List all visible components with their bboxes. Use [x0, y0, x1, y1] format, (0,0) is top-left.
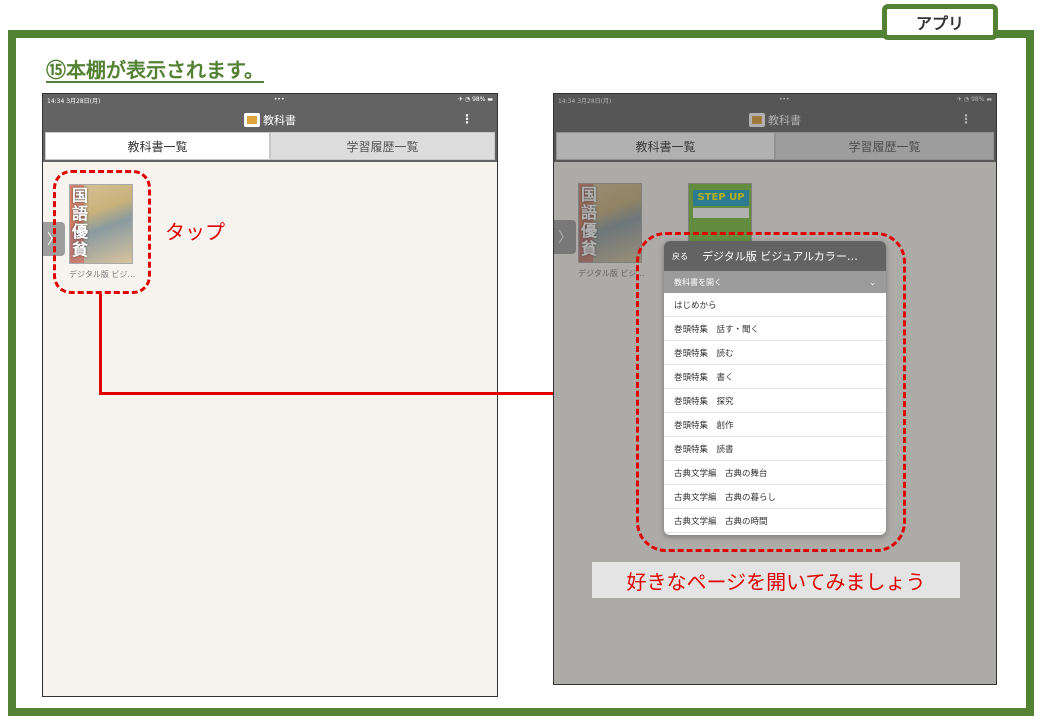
- tab-learning-history[interactable]: 学習履歴一覧: [270, 132, 495, 160]
- popup-highlight: [636, 232, 906, 552]
- app-title: 教科書: [263, 114, 296, 127]
- tap-highlight: [53, 170, 151, 294]
- instruction-note: 好きなページを開いてみましょう: [592, 562, 960, 598]
- page-heading: ⑮本棚が表示されます。: [46, 58, 264, 82]
- textbook-logo-icon: [244, 113, 260, 127]
- app-label-tab: アプリ: [882, 4, 998, 40]
- nav-bar: 教科書 ⋮: [43, 108, 497, 132]
- status-dots: •••: [273, 96, 285, 103]
- arrow-horizontal: [99, 392, 629, 395]
- app-logo: 教科書: [244, 112, 296, 128]
- segmented-tabs: 教科書一覧 学習履歴一覧: [43, 132, 497, 162]
- arrow-vertical: [99, 294, 102, 394]
- tap-label: タップ: [165, 220, 225, 244]
- more-menu-icon[interactable]: ⋮: [461, 112, 473, 126]
- status-bar: 14:34 3月28日(月) ••• ✈ ◔ 98% ▬: [43, 94, 497, 108]
- status-battery: ✈ ◔ 98% ▬: [458, 96, 493, 103]
- tab-textbook-list[interactable]: 教科書一覧: [45, 132, 270, 160]
- status-time: 14:34 3月28日(月): [47, 98, 101, 105]
